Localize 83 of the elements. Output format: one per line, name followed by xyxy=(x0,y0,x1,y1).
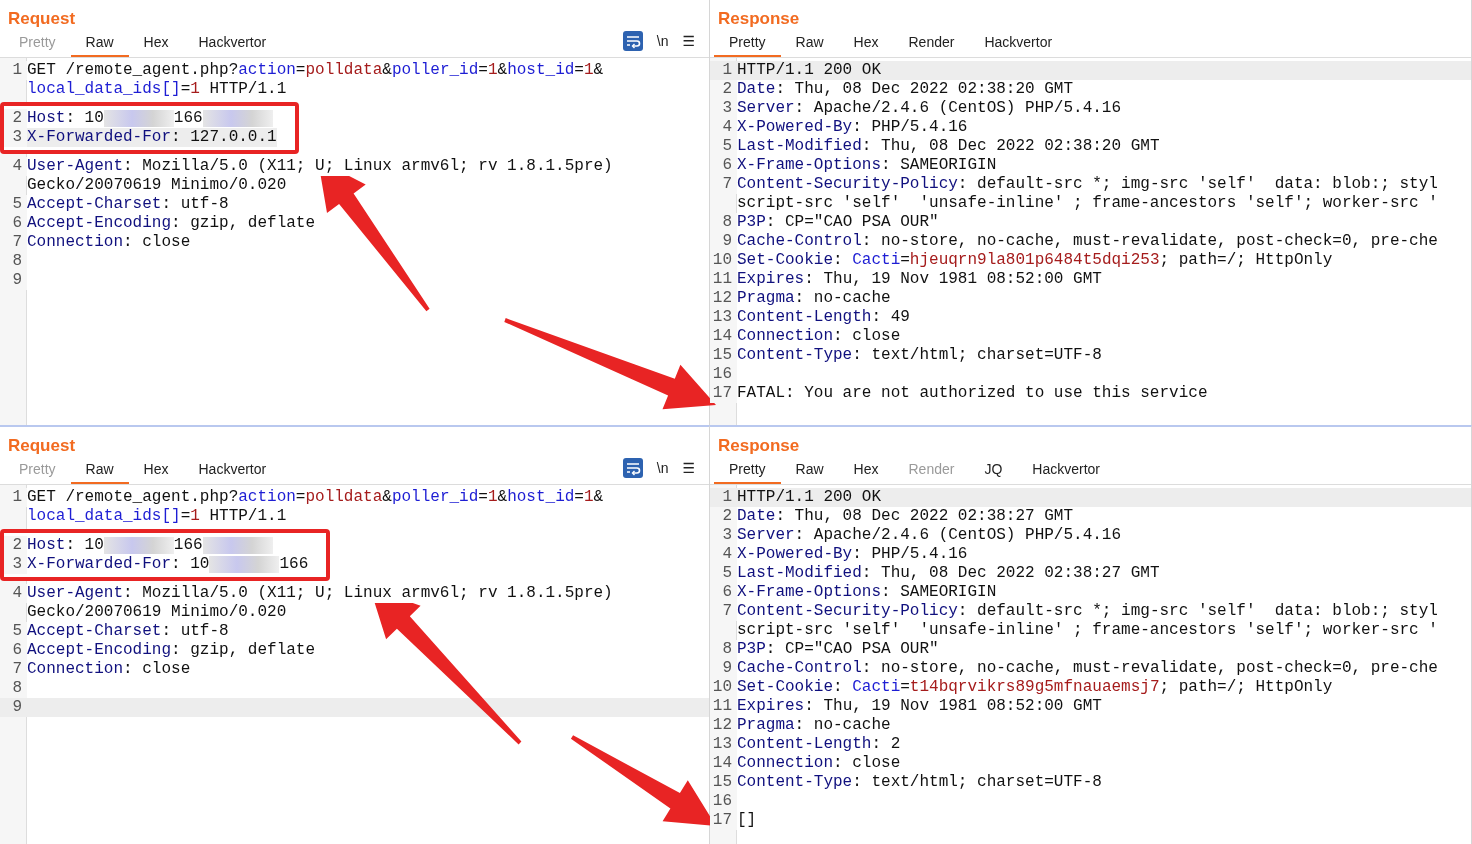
code-token: t14bqrvikrs89g5mfnauaemsj7 xyxy=(909,678,1160,697)
code-token: Expires xyxy=(737,270,805,289)
tab[interactable]: Hex xyxy=(838,34,894,57)
tab[interactable]: Hex xyxy=(128,461,184,484)
panel-title: Request xyxy=(7,435,76,457)
code-token: X-Powered-By xyxy=(737,118,853,137)
panel-title: Response xyxy=(717,8,800,30)
code-token: Content-Type xyxy=(737,773,853,792)
code-token: Accept-Encoding xyxy=(27,214,172,233)
tab[interactable]: Raw xyxy=(780,34,839,57)
code-token: GET /remote_agent.php? xyxy=(27,488,239,507)
redaction-blur xyxy=(202,537,273,554)
code-token: Accept-Encoding xyxy=(27,641,172,660)
line-number: 17 xyxy=(710,811,737,830)
line-number: 3 xyxy=(4,555,27,574)
code-token: X-Frame-Options xyxy=(737,583,882,602)
code-token: Pragma xyxy=(737,716,795,735)
code-token: X-Frame-Options xyxy=(737,156,882,175)
code-token: polldata xyxy=(305,488,383,507)
code-token: GET /remote_agent.php? xyxy=(27,61,239,80)
line-number: 16 xyxy=(710,792,737,811)
code-token: User-Agent xyxy=(27,157,123,176)
line-number: 10 xyxy=(710,678,737,697)
line-number: 15 xyxy=(710,773,737,792)
tab[interactable]: Raw xyxy=(780,461,839,484)
code-token: Content-Security-Policy xyxy=(737,175,958,194)
word-wrap-icon[interactable] xyxy=(622,458,643,478)
toolbar-button[interactable]: \n xyxy=(656,460,669,476)
code-token: Accept-Charset xyxy=(27,622,162,641)
code-token: Content-Security-Policy xyxy=(737,602,958,621)
redaction-blur xyxy=(209,556,280,573)
tab[interactable]: Hex xyxy=(838,461,894,484)
line-number: 14 xyxy=(710,327,737,346)
line-number: 11 xyxy=(710,270,737,289)
code-token: hjeuqrn9la801p6484t5dqi253 xyxy=(909,251,1160,270)
toolbar-button[interactable]: ☰ xyxy=(682,460,695,476)
toolbar-button[interactable]: \n xyxy=(656,33,669,49)
tab[interactable]: Hackvertor xyxy=(183,461,282,484)
word-wrap-icon[interactable] xyxy=(622,31,643,51)
code-token: poller_id xyxy=(391,488,479,507)
tab[interactable]: Hackvertor xyxy=(1017,461,1115,484)
code-token: Content-Type xyxy=(737,346,853,365)
line-number: 14 xyxy=(710,754,737,773)
code-token: Content-Length xyxy=(737,308,872,327)
line-number: 3 xyxy=(4,128,27,147)
code-token: ; path=/; HttpOnly xyxy=(1159,251,1333,270)
panel-title: Request xyxy=(7,8,76,30)
code-token: Pragma xyxy=(737,289,795,308)
code-token: poller_id xyxy=(391,61,479,80)
toolbar-button[interactable]: ☰ xyxy=(682,33,695,49)
redaction-blur xyxy=(103,110,174,127)
line-number: 2 xyxy=(4,109,27,128)
line-number: 17 xyxy=(710,384,737,403)
code-token: User-Agent xyxy=(27,584,123,603)
code-token: X-Powered-By xyxy=(737,545,853,564)
code-token: Accept-Charset xyxy=(27,195,162,214)
line-number: 13 xyxy=(710,308,737,327)
tab[interactable]: Hackvertor xyxy=(183,34,282,57)
code-token: local_data_ids[] xyxy=(27,507,181,526)
tab[interactable]: Hackvertor xyxy=(969,34,1068,57)
line-number: 15 xyxy=(710,346,737,365)
line-number: 12 xyxy=(710,289,737,308)
redaction-blur xyxy=(103,537,174,554)
line-number: 10 xyxy=(710,251,737,270)
code-token: Content-Length xyxy=(737,735,872,754)
tab[interactable]: Hex xyxy=(128,34,184,57)
code-token: local_data_ids[] xyxy=(27,80,181,99)
code-token: ; path=/; HttpOnly xyxy=(1159,678,1333,697)
line-number: 12 xyxy=(710,716,737,735)
tab[interactable]: JQ xyxy=(969,461,1018,484)
code-token: : Mozilla/5.0 (X11; U; Linux armv6l; rv 1.8.1.5pre) xyxy=(123,157,613,176)
line-number: 11 xyxy=(710,697,737,716)
redaction-blur xyxy=(202,110,273,127)
code-token: : gzip, deflate xyxy=(171,641,316,660)
line-number: 16 xyxy=(710,365,737,384)
tab[interactable]: Render xyxy=(893,34,970,57)
code-token: polldata xyxy=(305,61,383,80)
code-token: : gzip, deflate xyxy=(171,214,316,233)
panel-title: Response xyxy=(717,435,800,457)
line-number: 2 xyxy=(4,536,27,555)
line-number: 13 xyxy=(710,735,737,754)
code-token: : Mozilla/5.0 (X11; U; Linux armv6l; rv 1.8.1.5pre) xyxy=(123,584,613,603)
code-token: Expires xyxy=(737,697,805,716)
